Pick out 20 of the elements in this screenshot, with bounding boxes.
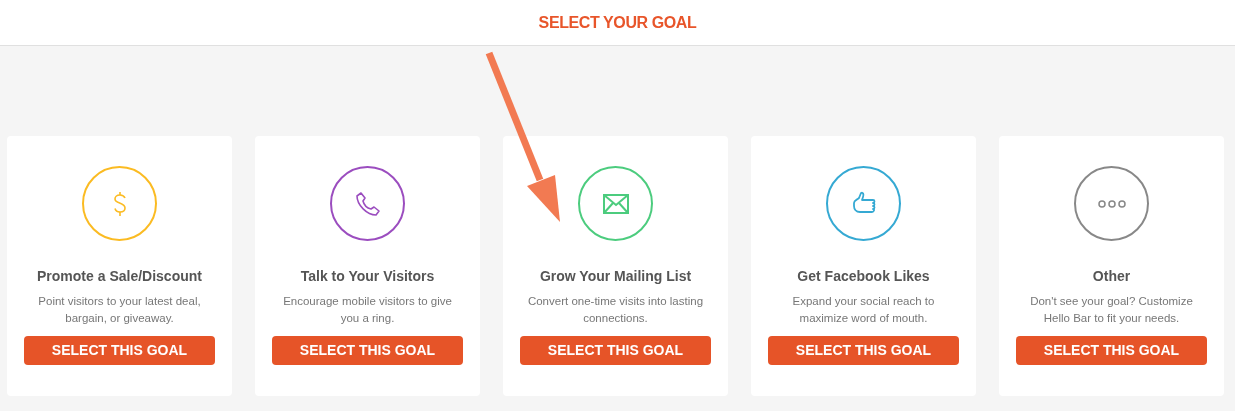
goal-title: Promote a Sale/Discount xyxy=(37,267,202,286)
dollar-icon xyxy=(111,190,128,217)
select-goal-button[interactable]: SELECT THIS GOAL xyxy=(768,336,959,365)
goal-description: Convert one-time visits into lasting connections. xyxy=(526,294,705,326)
goal-description: Encourage mobile visitors to give you a ring. xyxy=(282,294,453,326)
page-title: SELECT YOUR GOAL xyxy=(538,12,697,33)
goal-description: Expand your social reach to maximize word of mouth. xyxy=(791,294,936,326)
select-goal-button[interactable]: SELECT THIS GOAL xyxy=(1016,336,1207,365)
goal-title: Grow Your Mailing List xyxy=(539,267,692,286)
goal-description: Point visitors to your latest deal, bargain, or giveaway. xyxy=(37,294,202,326)
more-icon xyxy=(1097,199,1126,208)
phone-icon xyxy=(354,190,381,217)
goal-description: Don't see your goal? Customize Hello Bar to fit your needs. xyxy=(1029,294,1194,326)
goal-title: Other xyxy=(1092,267,1131,286)
select-goal-button[interactable]: SELECT THIS GOAL xyxy=(520,336,711,365)
select-goal-button[interactable]: SELECT THIS GOAL xyxy=(272,336,463,365)
goal-title: Get Facebook Likes xyxy=(797,267,930,286)
mail-icon xyxy=(602,193,629,214)
select-goal-button[interactable]: SELECT THIS GOAL xyxy=(24,336,215,365)
goal-title: Talk to Your Visitors xyxy=(300,267,435,286)
